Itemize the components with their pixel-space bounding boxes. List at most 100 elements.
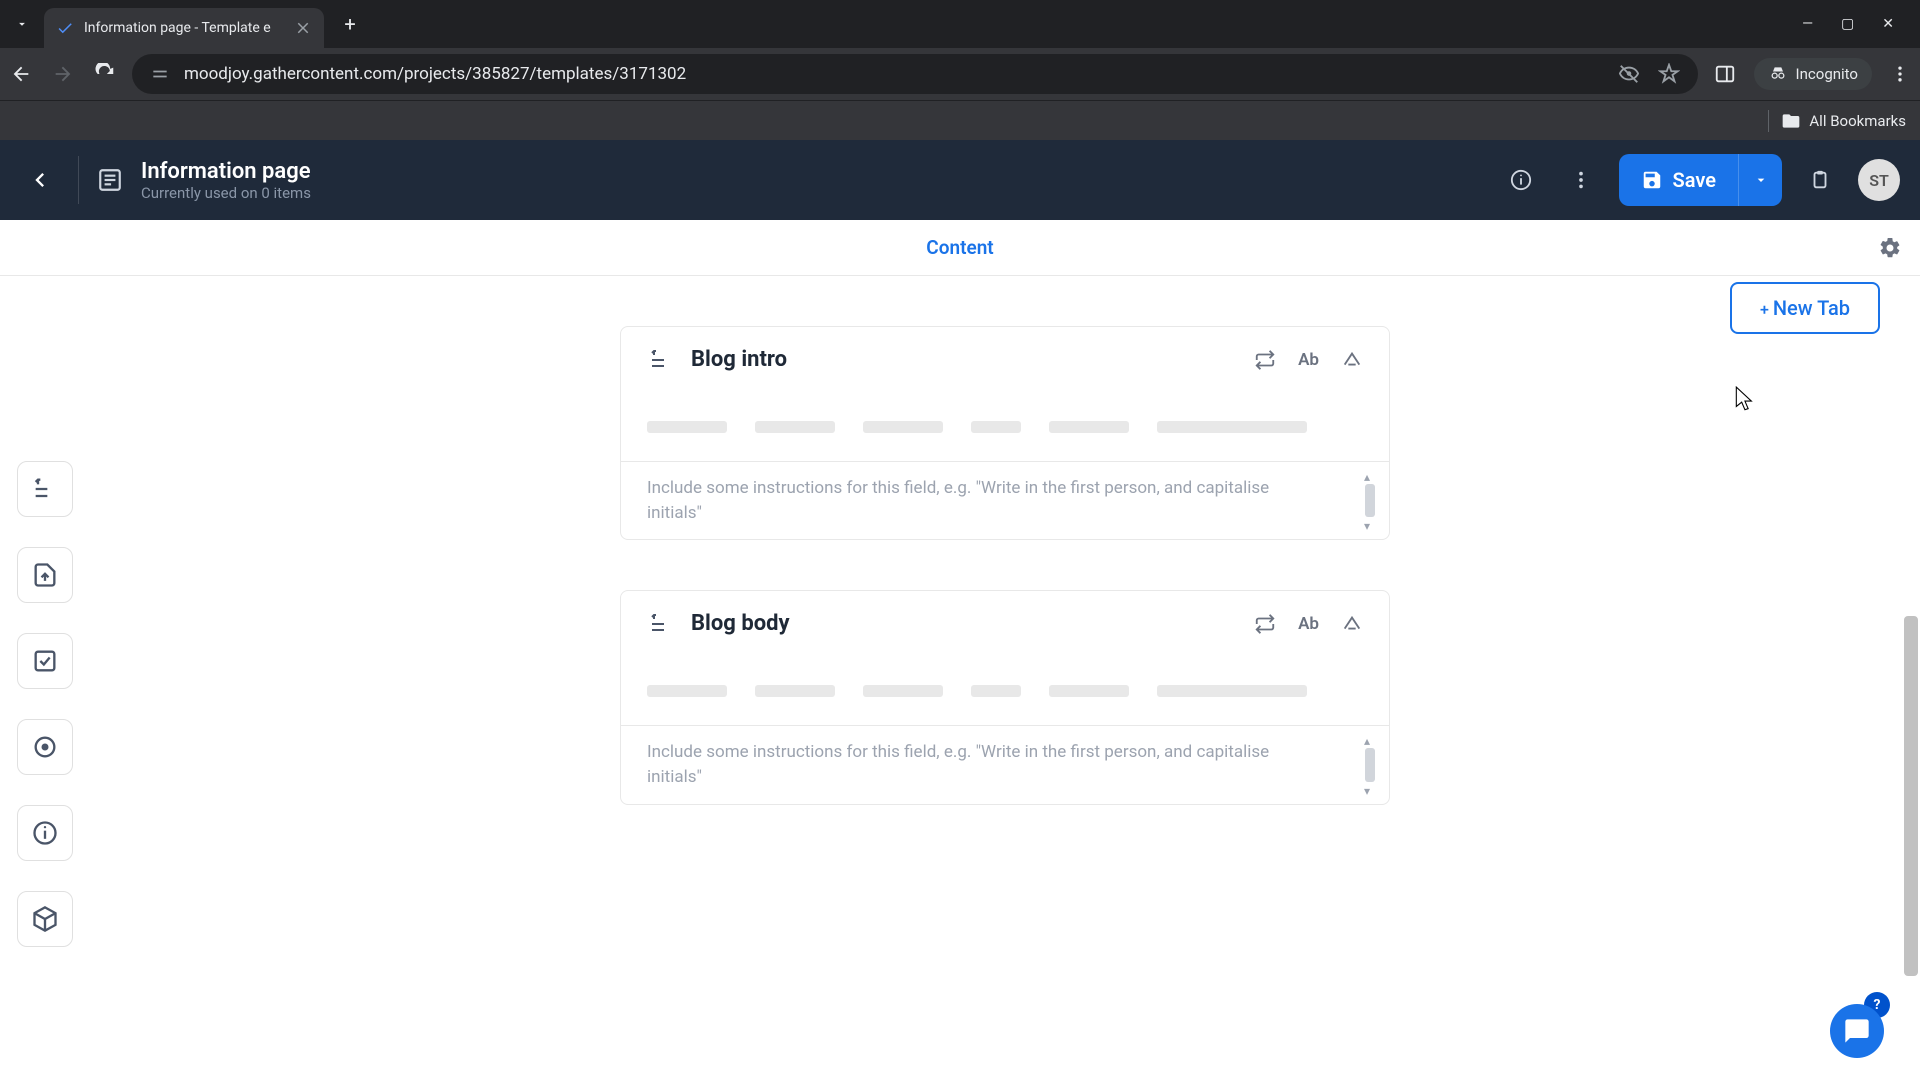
repeat-icon[interactable]: [1254, 613, 1276, 635]
chat-icon: [1843, 1017, 1871, 1045]
canvas[interactable]: Blog intro Ab Include some ins: [90, 276, 1920, 1080]
field-actions: Ab: [1254, 613, 1363, 635]
field-title[interactable]: Blog intro: [691, 347, 1234, 372]
tool-text-field[interactable]: [17, 461, 73, 517]
tool-guideline-field[interactable]: [17, 805, 73, 861]
scroll-down-icon[interactable]: ▾: [1364, 784, 1376, 796]
chevron-down-icon: [15, 17, 29, 31]
field-body[interactable]: [621, 393, 1389, 461]
reload-icon[interactable]: [94, 63, 116, 85]
window-controls: — ▢ ✕: [1802, 16, 1912, 32]
incognito-icon: [1768, 64, 1788, 84]
cube-icon: [31, 905, 59, 933]
site-settings-icon[interactable]: [150, 64, 170, 84]
incognito-badge[interactable]: Incognito: [1754, 58, 1872, 90]
folder-icon: [1781, 111, 1801, 131]
text-field-icon: [647, 612, 671, 636]
tool-checkbox-field[interactable]: [17, 633, 73, 689]
all-bookmarks-button[interactable]: All Bookmarks: [1781, 111, 1906, 131]
text-field-icon: [647, 348, 671, 372]
page-title: Information page: [141, 159, 311, 184]
tab-title: Information page - Template e: [84, 20, 284, 36]
scroll-up-icon[interactable]: ▴: [1364, 734, 1376, 746]
star-icon[interactable]: [1658, 63, 1680, 85]
template-icon: [97, 167, 123, 193]
save-button-group: Save: [1619, 154, 1782, 206]
tab-content[interactable]: Content: [926, 236, 993, 259]
eye-off-icon[interactable]: [1618, 63, 1640, 85]
tool-attachment-field[interactable]: [17, 547, 73, 603]
checkbox-icon: [31, 647, 59, 675]
avatar[interactable]: ST: [1858, 159, 1900, 201]
clipboard-button[interactable]: [1798, 158, 1842, 202]
save-dropdown-button[interactable]: [1738, 154, 1782, 206]
browser-tab[interactable]: Information page - Template e: [44, 8, 324, 48]
textarea-scroll-handles: ▴ ▾: [1361, 734, 1379, 795]
minimize-icon[interactable]: —: [1802, 16, 1813, 32]
info-icon: [1510, 169, 1532, 191]
info-outline-icon: [31, 819, 59, 847]
url-text: moodjoy.gathercontent.com/projects/38582…: [184, 64, 1604, 84]
back-button[interactable]: [20, 160, 60, 200]
save-button[interactable]: Save: [1619, 154, 1738, 206]
instructions-placeholder: Include some instructions for this field…: [647, 476, 1287, 525]
bookmarks-bar: All Bookmarks: [0, 100, 1920, 140]
close-icon[interactable]: [294, 19, 312, 37]
scroll-down-icon[interactable]: ▾: [1364, 519, 1376, 531]
browser-chrome: Information page - Template e + — ▢ ✕ mo…: [0, 0, 1920, 140]
save-label: Save: [1673, 168, 1716, 192]
radio-icon: [31, 733, 59, 761]
skeleton-placeholder: [647, 685, 1363, 697]
divider: [78, 156, 79, 204]
tab-search-dropdown[interactable]: [8, 10, 36, 38]
field-format-button[interactable]: Ab: [1298, 350, 1319, 370]
field-header: Blog intro Ab: [621, 327, 1389, 393]
field-body[interactable]: [621, 657, 1389, 725]
share-icon[interactable]: [1341, 613, 1363, 635]
help-chat-button[interactable]: [1830, 1004, 1884, 1058]
back-icon[interactable]: [10, 63, 32, 85]
info-button[interactable]: [1499, 158, 1543, 202]
maximize-icon[interactable]: ▢: [1841, 16, 1854, 32]
forward-icon[interactable]: [52, 63, 74, 85]
close-window-icon[interactable]: ✕: [1882, 16, 1894, 32]
tool-component-field[interactable]: [17, 891, 73, 947]
field-instructions[interactable]: Include some instructions for this field…: [621, 461, 1389, 539]
scroll-thumb[interactable]: [1365, 748, 1375, 781]
text-field-icon: [31, 475, 59, 503]
new-browser-tab-button[interactable]: +: [334, 8, 366, 40]
tool-radio-field[interactable]: [17, 719, 73, 775]
browser-titlebar: Information page - Template e + — ▢ ✕: [0, 0, 1920, 48]
gear-icon: [1878, 236, 1902, 260]
clipboard-icon: [1809, 169, 1831, 191]
field-instructions[interactable]: Include some instructions for this field…: [621, 725, 1389, 803]
chevron-left-icon: [26, 166, 54, 194]
field-format-button[interactable]: Ab: [1298, 614, 1319, 634]
field-title[interactable]: Blog body: [691, 611, 1234, 636]
save-icon: [1641, 169, 1663, 191]
favicon-icon: [56, 19, 74, 37]
share-icon[interactable]: [1341, 349, 1363, 371]
settings-button[interactable]: [1878, 236, 1902, 260]
field-card[interactable]: Blog body Ab Include some inst: [620, 590, 1390, 804]
scroll-thumb[interactable]: [1904, 616, 1918, 976]
app-header: Information page Currently used on 0 ite…: [0, 140, 1920, 220]
all-bookmarks-label: All Bookmarks: [1809, 112, 1906, 130]
field-actions: Ab: [1254, 349, 1363, 371]
address-bar[interactable]: moodjoy.gathercontent.com/projects/38582…: [132, 54, 1698, 94]
repeat-icon[interactable]: [1254, 349, 1276, 371]
scroll-thumb[interactable]: [1365, 484, 1375, 517]
page-title-group: Information page Currently used on 0 ite…: [141, 159, 311, 202]
incognito-label: Incognito: [1796, 65, 1858, 83]
browser-toolbar: moodjoy.gathercontent.com/projects/38582…: [0, 48, 1920, 100]
field-card[interactable]: Blog intro Ab Include some ins: [620, 326, 1390, 540]
more-menu-button[interactable]: [1559, 158, 1603, 202]
instructions-placeholder: Include some instructions for this field…: [647, 740, 1287, 789]
scroll-up-icon[interactable]: ▴: [1364, 470, 1376, 482]
skeleton-placeholder: [647, 421, 1363, 433]
page-scrollbar[interactable]: [1900, 276, 1920, 1080]
new-tab-button[interactable]: + New Tab: [1730, 282, 1880, 334]
menu-dots-icon[interactable]: [1890, 64, 1910, 84]
side-panel-icon[interactable]: [1714, 63, 1736, 85]
page-subtitle: Currently used on 0 items: [141, 184, 311, 202]
